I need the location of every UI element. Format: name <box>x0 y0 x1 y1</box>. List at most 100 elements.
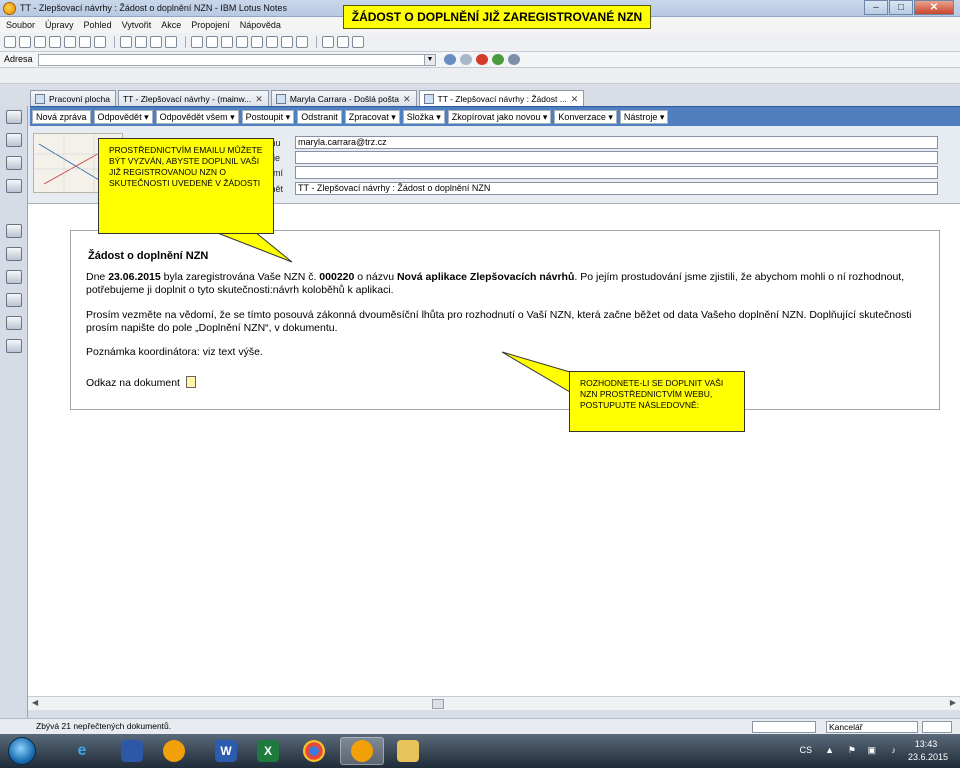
paste-icon[interactable] <box>150 36 162 48</box>
open-icon[interactable] <box>34 36 46 48</box>
mail-icon[interactable] <box>64 36 76 48</box>
back-icon[interactable] <box>444 54 456 65</box>
stop-icon[interactable] <box>476 54 488 65</box>
flag-icon[interactable]: ⚑ <box>848 745 856 756</box>
volume-icon[interactable]: ♪ <box>892 745 897 755</box>
clipboard-icon[interactable] <box>165 36 177 48</box>
horizontal-scrollbar[interactable]: ◀ ▶ <box>28 696 960 710</box>
scroll-thumb[interactable] <box>432 699 444 709</box>
tray-expand-icon[interactable]: ▲ <box>825 745 834 755</box>
copy-as-new-button[interactable]: Zkopírovat jako novou ▾ <box>447 110 552 124</box>
taskbar-chrome[interactable] <box>292 737 336 765</box>
subject-field[interactable]: TT - Zlepšovací návrhy : Žádost o doplně… <box>295 182 938 195</box>
menu-akce[interactable]: Akce <box>161 17 181 33</box>
language-indicator[interactable]: CS <box>799 745 812 755</box>
forward-icon[interactable] <box>460 54 472 65</box>
scroll-right-icon[interactable]: ▶ <box>950 698 956 707</box>
calendar-bookmark-icon[interactable] <box>6 133 22 147</box>
contacts-bookmark-icon[interactable] <box>6 156 22 170</box>
applications-bookmark-icon[interactable] <box>6 316 22 330</box>
window-icon[interactable] <box>281 36 293 48</box>
replication-bookmark-icon[interactable] <box>6 270 22 284</box>
binoculars-icon[interactable] <box>322 36 334 48</box>
close-button[interactable]: ✕ <box>914 0 954 15</box>
taskbar-explorer[interactable] <box>386 737 430 765</box>
unread-down-icon[interactable] <box>266 36 278 48</box>
toolbar-separator <box>185 36 186 48</box>
new-icon[interactable] <box>19 36 31 48</box>
lotus-notes-icon[interactable] <box>3 2 16 15</box>
tab-close-icon[interactable]: ✕ <box>403 92 411 106</box>
menu-napoveda[interactable]: Nápověda <box>240 17 281 33</box>
tab-inbox[interactable]: Maryla Carrara - Došlá pošta ✕ <box>270 90 417 106</box>
tab-label: Pracovní plocha <box>49 93 110 104</box>
search-icon[interactable] <box>94 36 106 48</box>
menu-propojeni[interactable]: Propojení <box>191 17 230 33</box>
doclink-icon[interactable] <box>185 376 196 388</box>
menu-upravy[interactable]: Úpravy <box>45 17 74 33</box>
print-icon[interactable] <box>79 36 91 48</box>
search-web-icon[interactable] <box>508 54 520 65</box>
status-icons[interactable] <box>752 721 816 733</box>
taskbar-notes[interactable] <box>152 737 196 765</box>
new-message-button[interactable]: Nová zpráva <box>32 110 91 124</box>
network-icon[interactable]: ▣ <box>867 745 876 756</box>
forward-button[interactable]: Postoupit ▾ <box>241 110 295 124</box>
maximize-button[interactable]: □ <box>889 0 913 15</box>
location-selector[interactable]: Kancelář <box>826 721 918 733</box>
menu-soubor[interactable]: Soubor <box>6 17 35 33</box>
taskbar-save[interactable] <box>110 737 154 765</box>
floppy-icon <box>121 740 143 762</box>
arrow-up-outline-icon[interactable] <box>221 36 233 48</box>
clock-time[interactable]: 13:43 <box>906 739 946 749</box>
folder-button[interactable]: Složka ▾ <box>402 110 445 124</box>
reply-button[interactable]: Odpovědět ▾ <box>93 110 153 124</box>
bcc-field[interactable] <box>295 166 938 179</box>
arrow-down-outline-icon[interactable] <box>236 36 248 48</box>
tab-close-icon[interactable]: ✕ <box>255 92 263 106</box>
minimize-button[interactable]: – <box>864 0 888 15</box>
to-field[interactable]: maryla.carrara@trz.cz <box>295 136 938 149</box>
tools-button[interactable]: Nástroje ▾ <box>619 110 669 124</box>
cut-icon[interactable] <box>120 36 132 48</box>
scroll-left-icon[interactable]: ◀ <box>32 698 38 707</box>
tab-request-document[interactable]: TT - Zlepšovací návrhy : Žádost ... ✕ <box>418 90 585 106</box>
mail-bookmark-icon[interactable] <box>6 110 22 124</box>
menu-vytvorit[interactable]: Vytvořit <box>122 17 152 33</box>
unread-up-icon[interactable] <box>251 36 263 48</box>
menu-pohled[interactable]: Pohled <box>84 17 112 33</box>
folder-bookmark-icon[interactable] <box>6 247 22 261</box>
tab-mainview[interactable]: TT - Zlepšovací návrhy - (mainw... ✕ <box>117 90 269 106</box>
home-icon[interactable] <box>4 36 16 48</box>
tab-close-icon[interactable]: ✕ <box>571 92 579 106</box>
conversation-button[interactable]: Konverzace ▾ <box>554 110 617 124</box>
address-input[interactable] <box>38 54 436 66</box>
process-button[interactable]: Zpracovat ▾ <box>344 110 400 124</box>
address-dropdown-icon[interactable]: ▼ <box>424 54 436 66</box>
taskbar-notes-active[interactable] <box>340 737 384 765</box>
arrow-down-icon[interactable] <box>206 36 218 48</box>
taskbar-ie[interactable]: e <box>60 737 104 765</box>
tab-workspace[interactable]: Pracovní plocha <box>30 90 116 106</box>
status-text: Zbývá 21 nepřečtených dokumentů. <box>36 721 172 731</box>
reply-all-button[interactable]: Odpovědět všem ▾ <box>155 110 239 124</box>
todo-bookmark-icon[interactable] <box>6 179 22 193</box>
favorites-bookmark-icon[interactable] <box>6 293 22 307</box>
delete-button[interactable]: Odstranit <box>297 110 342 124</box>
notes-bookmark-icon[interactable] <box>6 339 22 353</box>
taskbar-excel[interactable]: X <box>246 737 290 765</box>
arrow-up-icon[interactable] <box>191 36 203 48</box>
toolbar-separator <box>114 36 115 48</box>
edit-icon[interactable] <box>49 36 61 48</box>
database-bookmark-icon[interactable] <box>6 224 22 238</box>
start-button[interactable] <box>8 737 36 765</box>
inbox-status-icon[interactable] <box>922 721 952 733</box>
preview-icon[interactable] <box>296 36 308 48</box>
find-icon[interactable] <box>337 36 349 48</box>
copy-icon[interactable] <box>135 36 147 48</box>
table-icon[interactable] <box>352 36 364 48</box>
taskbar-word[interactable]: W <box>204 737 248 765</box>
cc-field[interactable] <box>295 151 938 164</box>
refresh-icon[interactable] <box>492 54 504 65</box>
clock-date[interactable]: 23.6.2015 <box>904 752 952 762</box>
